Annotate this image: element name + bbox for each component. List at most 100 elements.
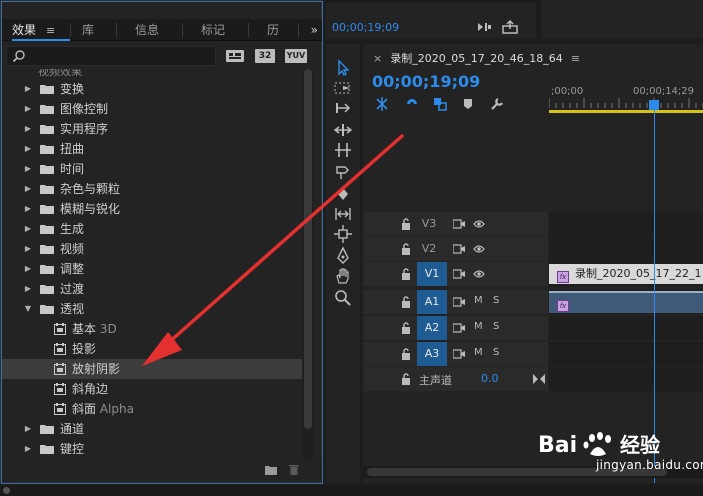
chevron-right-icon[interactable]: ▶ — [22, 159, 34, 179]
source-timecode[interactable]: 00;00;19;09 — [332, 21, 399, 34]
track-target-toggle[interactable]: A3 — [417, 342, 447, 366]
playhead-handle[interactable] — [649, 100, 659, 110]
track-target-toggle[interactable]: V2 — [419, 241, 439, 257]
panel-menu-icon[interactable]: ≡ — [46, 24, 55, 37]
hand-tool-icon[interactable] — [333, 266, 353, 286]
work-area-bar[interactable] — [549, 110, 703, 113]
audio-clip[interactable]: fx — [549, 291, 703, 313]
chevron-right-icon[interactable]: ▶ — [22, 239, 34, 259]
chevron-right-icon[interactable]: ▶ — [22, 259, 34, 279]
effect-item[interactable]: 基本 3D — [2, 319, 302, 339]
track-select-tool-icon[interactable] — [333, 78, 353, 98]
track-content[interactable] — [549, 212, 703, 236]
tree-category[interactable]: ▶ 过渡 — [2, 279, 302, 299]
slide-tool-icon[interactable] — [333, 204, 353, 224]
tree-category[interactable]: ▶ 变换 — [2, 79, 302, 99]
tree-category-open[interactable]: ▼ 透视 — [2, 299, 302, 319]
timeline-timecode[interactable]: 00;00;19;09 — [372, 72, 480, 91]
chevron-right-icon[interactable]: ▶ — [22, 139, 34, 159]
track-target-toggle[interactable]: V3 — [419, 216, 439, 232]
mute-button[interactable]: M — [474, 321, 483, 332]
tree-category[interactable]: ▶ 生成 — [2, 219, 302, 239]
chevron-right-icon[interactable]: ▶ — [22, 199, 34, 219]
snap-icon[interactable] — [404, 96, 420, 112]
add-marker-icon[interactable] — [462, 97, 474, 111]
master-volume-value[interactable]: 0.0 — [481, 372, 499, 385]
tree-category[interactable]: ▶ 视频 — [2, 239, 302, 259]
video-clip[interactable]: fx 录制_2020_05_17_22_1 — [549, 264, 703, 284]
rate-stretch-tool-icon[interactable] — [333, 140, 353, 160]
slide-alt-tool-icon[interactable] — [333, 224, 353, 244]
export-frame-icon[interactable] — [476, 21, 492, 33]
track-header[interactable]: A1 M S — [363, 290, 548, 314]
tab-info[interactable]: 信息 — [135, 19, 159, 41]
tab-libraries[interactable]: 库 — [82, 19, 94, 41]
chevron-right-icon[interactable]: ▶ — [22, 279, 34, 299]
track-target-toggle[interactable]: V1 — [417, 262, 447, 286]
tab-history[interactable]: 历史 — [267, 19, 285, 41]
solo-button[interactable]: S — [493, 321, 499, 332]
yuv-icon[interactable]: YUV — [285, 49, 307, 63]
chevron-down-icon[interactable]: ▼ — [22, 299, 34, 319]
tree-category[interactable]: ▶ 通道 — [2, 419, 302, 439]
tab-markers[interactable]: 标记 — [201, 19, 225, 41]
close-sequence-icon[interactable]: × — [373, 52, 382, 65]
tree-category[interactable]: ▶ 调整 — [2, 259, 302, 279]
sequence-menu-icon[interactable]: ≡ — [571, 52, 580, 65]
chevron-right-icon[interactable]: ▶ — [22, 119, 34, 139]
linked-selection-icon[interactable] — [432, 96, 448, 112]
track-target-toggle[interactable]: A1 — [417, 290, 447, 314]
new-bin-icon[interactable] — [264, 464, 278, 476]
chevron-right-icon[interactable]: ▶ — [22, 79, 34, 99]
tree-category[interactable]: ▶ 扭曲 — [2, 139, 302, 159]
settings-wrench-icon[interactable] — [489, 96, 505, 112]
chevron-right-icon[interactable]: ▶ — [22, 419, 34, 439]
track-content[interactable] — [549, 316, 703, 340]
tab-overflow-button[interactable]: » — [311, 19, 318, 41]
tree-category[interactable]: ▶ 实用程序 — [2, 119, 302, 139]
track-content[interactable]: fx 录制_2020_05_17_22_1 — [549, 262, 703, 286]
master-nav-icon[interactable] — [533, 374, 545, 384]
effects-search-input[interactable] — [6, 46, 216, 66]
ripple-edit-tool-icon[interactable] — [333, 98, 353, 118]
accelerated-effects-icon[interactable] — [225, 49, 245, 63]
playhead-line[interactable] — [654, 104, 655, 483]
nest-toggle-icon[interactable] — [374, 96, 390, 112]
tree-category[interactable]: ▶ 杂色与颗粒 — [2, 179, 302, 199]
effect-item[interactable]: 放射阴影 — [2, 359, 302, 379]
tree-category[interactable]: ▶ 模糊与锐化 — [2, 199, 302, 219]
solo-button[interactable]: S — [493, 347, 499, 358]
time-ruler[interactable]: ;00;00 00;00;14;29 — [549, 84, 703, 118]
tree-category[interactable]: ▶ 键控 — [2, 439, 302, 459]
chevron-right-icon[interactable]: ▶ — [22, 179, 34, 199]
track-header[interactable]: V3 — [363, 212, 548, 236]
slip-tool-icon[interactable] — [333, 184, 353, 204]
tree-category[interactable]: ▶ 图像控制 — [2, 99, 302, 119]
pen-tool-icon[interactable] — [333, 246, 353, 266]
mute-button[interactable]: M — [474, 295, 483, 306]
effect-item[interactable]: 斜面 Alpha — [2, 399, 302, 419]
32-bit-icon[interactable]: 32 — [255, 49, 275, 63]
scroll-thumb[interactable] — [304, 69, 312, 429]
mute-button[interactable]: M — [474, 347, 483, 358]
rolling-edit-tool-icon[interactable] — [333, 120, 353, 140]
tab-effects[interactable]: 效果 ≡ — [12, 19, 70, 41]
solo-button[interactable]: S — [493, 295, 499, 306]
master-track-content[interactable] — [549, 367, 703, 391]
razor-tool-icon[interactable] — [333, 162, 353, 182]
master-track-header[interactable]: 主声道 0.0 — [363, 367, 548, 391]
tree-category[interactable]: ▶ 时间 — [2, 159, 302, 179]
chevron-right-icon[interactable]: ▶ — [22, 99, 34, 119]
track-content[interactable] — [549, 237, 703, 261]
tree-parent-partial[interactable]: 视频效果 — [2, 69, 302, 79]
effect-item[interactable]: 斜角边 — [2, 379, 302, 399]
track-header[interactable]: A3 M S — [363, 342, 548, 366]
track-header[interactable]: V2 — [363, 237, 548, 261]
effect-item[interactable]: 投影 — [2, 339, 302, 359]
sequence-tab[interactable]: × 录制_2020_05_17_20_46_18_64 ≡ — [373, 50, 580, 66]
track-content[interactable]: fx — [549, 290, 703, 314]
track-header[interactable]: A2 M S — [363, 316, 548, 340]
track-content[interactable] — [549, 342, 703, 366]
track-target-toggle[interactable]: A2 — [417, 316, 447, 340]
track-header[interactable]: V1 — [363, 262, 548, 286]
